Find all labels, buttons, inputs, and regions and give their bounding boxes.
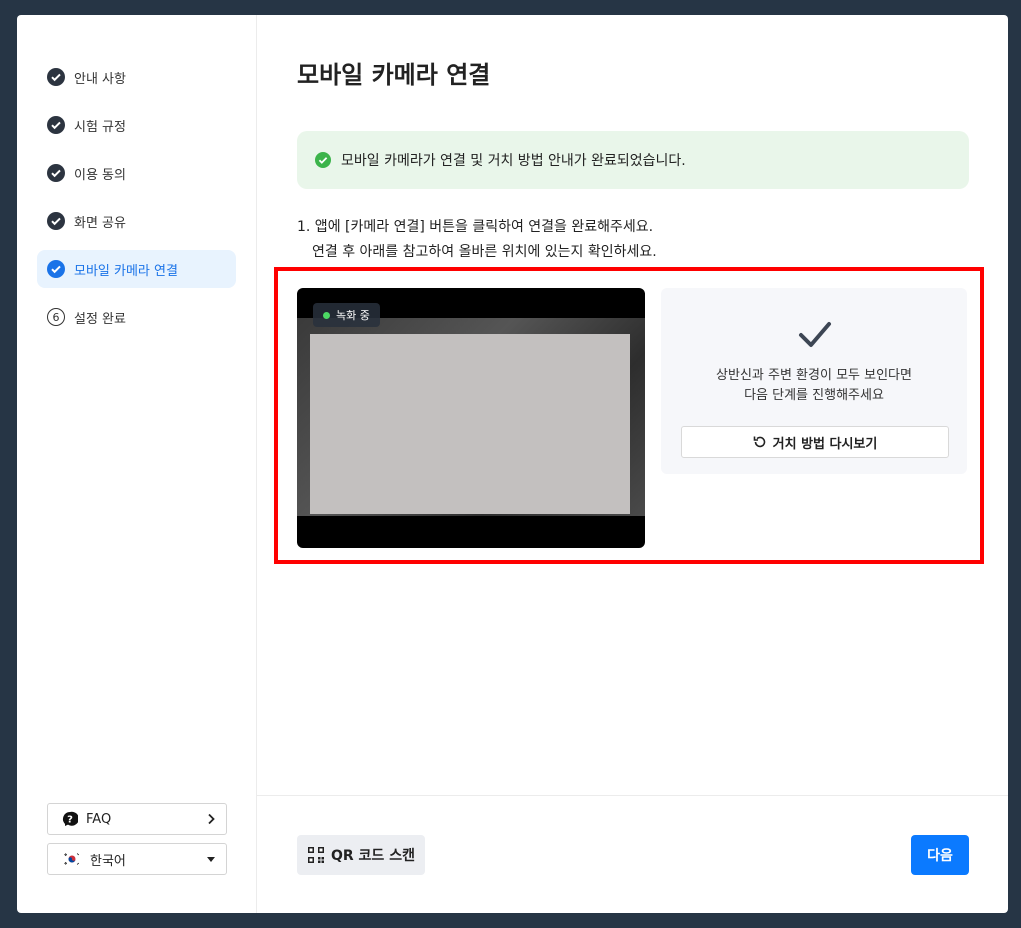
sidebar-step-rules[interactable]: 시험 규정 (37, 106, 236, 144)
qr-code-icon (308, 847, 324, 863)
qr-scan-label: QR 코드 스캔 (331, 848, 415, 864)
sidebar-step-mobile-camera[interactable]: 모바일 카메라 연결 (37, 250, 236, 288)
recording-dot-icon (323, 311, 330, 319)
check-circle-icon (47, 212, 65, 230)
svg-text:?: ? (67, 815, 73, 826)
check-circle-icon (47, 116, 65, 134)
recording-label: 녹화 중 (336, 309, 370, 322)
page-title: 모바일 카메라 연결 (297, 61, 491, 89)
check-circle-icon (47, 68, 65, 86)
sidebar-step-label: 모바일 카메라 연결 (74, 263, 178, 279)
app-window: 안내 사항 시험 규정 이용 동의 화면 공유 모바일 카메라 연결 6 설정 … (17, 15, 1008, 913)
instruction-line-2: 연결 후 아래를 참고하여 올바른 위치에 있는지 확인하세요. (312, 244, 657, 260)
check-circle-icon (47, 164, 65, 182)
instruction-line-1: 1. 앱에 [카메라 연결] 버튼을 클릭하여 연결을 완료해주세요. (297, 219, 654, 235)
blurred-region (310, 334, 630, 514)
position-confirm-panel: 상반신과 주변 환경이 모두 보인다면 다음 단계를 진행해주세요 거치 방법 … (661, 288, 967, 474)
instructions: 1. 앱에 [카메라 연결] 버튼을 클릭하여 연결을 완료해주세요. 연결 후… (297, 215, 657, 265)
main-content: 모바일 카메라 연결 모바일 카메라가 연결 및 거치 방법 안내가 완료되었습… (257, 15, 1008, 913)
camera-preview: 녹화 중 (297, 288, 645, 548)
check-circle-icon (47, 260, 65, 278)
refresh-icon (753, 436, 765, 448)
step-number-badge: 6 (47, 308, 65, 326)
faq-label: FAQ (86, 811, 112, 827)
help-bubble-icon: ? (63, 811, 78, 826)
sidebar-step-label: 설정 완료 (74, 311, 126, 327)
confirm-line-1: 상반신과 주변 환경이 모두 보인다면 (716, 368, 912, 383)
review-placement-label: 거치 방법 다시보기 (772, 436, 878, 452)
recording-badge: 녹화 중 (313, 303, 380, 327)
sidebar-step-consent[interactable]: 이용 동의 (37, 154, 236, 192)
footer-divider (257, 795, 1008, 796)
sidebar-step-setup-complete[interactable]: 6 설정 완료 (37, 298, 236, 336)
sidebar-step-label: 안내 사항 (74, 71, 126, 87)
chevron-right-icon (208, 813, 215, 825)
sidebar-step-label: 화면 공유 (74, 215, 126, 231)
language-label: 한국어 (90, 853, 126, 869)
next-button[interactable]: 다음 (911, 835, 969, 875)
confirm-message: 상반신과 주변 환경이 모두 보인다면 다음 단계를 진행해주세요 (661, 366, 967, 406)
checkmark-icon (799, 322, 831, 347)
language-select[interactable]: 한국어 (47, 843, 227, 875)
korea-flag-icon (62, 852, 82, 866)
sidebar-step-notice[interactable]: 안내 사항 (37, 58, 236, 96)
sidebar-step-label: 시험 규정 (74, 119, 126, 135)
confirm-line-2: 다음 단계를 진행해주세요 (744, 388, 884, 403)
review-placement-button[interactable]: 거치 방법 다시보기 (681, 426, 949, 458)
qr-scan-button[interactable]: QR 코드 스캔 (297, 835, 425, 875)
sidebar: 안내 사항 시험 규정 이용 동의 화면 공유 모바일 카메라 연결 6 설정 … (17, 15, 257, 913)
success-message: 모바일 카메라가 연결 및 거치 방법 안내가 완료되었습니다. (341, 153, 686, 169)
caret-down-icon (207, 857, 215, 862)
success-check-icon (315, 152, 331, 168)
success-banner: 모바일 카메라가 연결 및 거치 방법 안내가 완료되었습니다. (297, 131, 969, 189)
faq-button[interactable]: ? FAQ (47, 803, 227, 835)
sidebar-step-label: 이용 동의 (74, 167, 126, 183)
sidebar-step-screen-share[interactable]: 화면 공유 (37, 202, 236, 240)
